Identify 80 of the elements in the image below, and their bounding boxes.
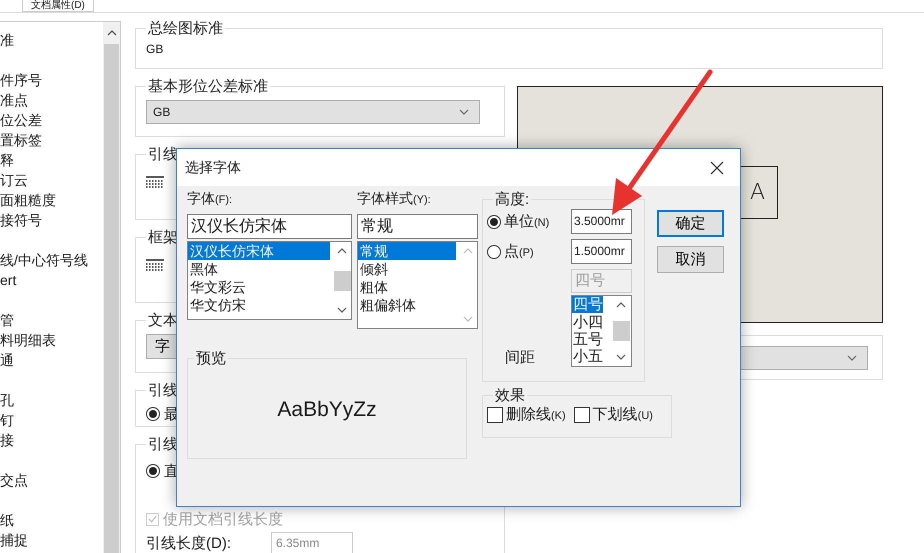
- list-item[interactable]: 小四: [572, 314, 611, 331]
- list-item[interactable]: 倾斜: [358, 260, 459, 278]
- chevron-down-icon: [847, 355, 857, 361]
- length-label: 引线长度(D):: [146, 534, 231, 552]
- tree-item[interactable]: 件序号: [0, 70, 103, 90]
- group-title: 预览: [195, 349, 227, 368]
- radio-button[interactable]: [146, 407, 160, 421]
- list-item[interactable]: 华文彩云: [188, 278, 333, 296]
- line-style-icon[interactable]: [146, 259, 164, 271]
- chevron-up-icon[interactable]: [616, 302, 626, 308]
- group-title: 框架: [147, 228, 179, 247]
- tree-item[interactable]: 面粗糙度: [0, 190, 103, 210]
- list-item[interactable]: 四号: [572, 296, 603, 313]
- spacing-label: 间距: [505, 348, 535, 367]
- font-sample: AaBbYyZz: [276, 398, 378, 422]
- tree-item[interactable]: 管: [0, 310, 103, 330]
- radio-button[interactable]: [146, 464, 160, 478]
- dialog-button[interactable]: 确定: [657, 210, 724, 237]
- list-item[interactable]: 粗偏斜体: [358, 296, 459, 314]
- tree-item[interactable]: 准点: [0, 90, 103, 110]
- radio-button[interactable]: [487, 214, 501, 228]
- input-field[interactable]: 3.5000mr: [571, 209, 632, 234]
- chevron-up-icon[interactable]: [106, 30, 116, 36]
- group-title: 效果: [494, 386, 526, 405]
- scrollbar[interactable]: [103, 22, 120, 553]
- checkbox-label[interactable]: 删除线(K): [506, 405, 566, 424]
- scrollbar-thumb[interactable]: [612, 321, 630, 341]
- close-icon[interactable]: [710, 160, 724, 174]
- input-field[interactable]: 常规: [357, 214, 478, 239]
- font-button[interactable]: 字: [146, 334, 179, 359]
- tree-item[interactable]: 订云: [0, 170, 103, 190]
- dropdown[interactable]: GB: [146, 100, 480, 124]
- radio-label[interactable]: 点(P): [504, 242, 534, 261]
- field-label: 字体(F):: [187, 190, 234, 208]
- standard-value: GB: [146, 41, 164, 56]
- field-label: 字体样式(Y):: [357, 190, 432, 208]
- tree-item[interactable]: 孔: [0, 390, 103, 410]
- tree-item[interactable]: 料明细表: [0, 330, 103, 350]
- chevron-down-icon[interactable]: [337, 307, 347, 313]
- length-field[interactable]: 6.35mm: [271, 532, 353, 553]
- input-field[interactable]: 1.5000mr: [571, 239, 632, 264]
- dialog-title: 选择字体: [185, 158, 241, 176]
- list-item[interactable]: 粗体: [358, 278, 459, 296]
- tree-item[interactable]: 接: [0, 430, 103, 450]
- tree-item[interactable]: 位公差: [0, 110, 103, 130]
- tree-item[interactable]: 纸: [0, 510, 103, 530]
- tree-item[interactable]: 捕捉: [0, 530, 103, 550]
- group-title: 总绘图标准: [147, 19, 224, 38]
- tree-item[interactable]: 钉: [0, 410, 103, 430]
- preview-letter: A: [750, 180, 765, 205]
- chevron-down-icon[interactable]: [616, 354, 626, 360]
- tree-item[interactable]: 通: [0, 350, 103, 370]
- chevron-up-icon[interactable]: [337, 248, 347, 254]
- checkbox[interactable]: [574, 406, 590, 422]
- tree-item[interactable]: ert: [0, 270, 103, 290]
- list-item[interactable]: 常规: [358, 242, 456, 260]
- dialog-button[interactable]: 取消: [657, 246, 724, 273]
- checkbox-label[interactable]: 下划线(U): [592, 405, 653, 424]
- list-item[interactable]: 汉仪长仿宋体: [188, 242, 330, 260]
- group-title: 高度:: [494, 190, 530, 209]
- list-item[interactable]: 五号: [572, 331, 611, 348]
- group-title: 文本: [147, 311, 179, 330]
- checkbox[interactable]: [487, 406, 503, 422]
- group-title: 基本形位公差标准: [147, 77, 269, 96]
- tree-item[interactable]: 准: [0, 30, 103, 50]
- scrollbar-thumb[interactable]: [334, 270, 350, 290]
- tree-item[interactable]: 释: [0, 150, 103, 170]
- scrollbar-thumb[interactable]: [104, 44, 119, 553]
- list-item[interactable]: 华文仿宋: [188, 296, 333, 314]
- list-item[interactable]: 小五: [572, 348, 611, 365]
- tree-item[interactable]: 置标签: [0, 130, 103, 150]
- chevron-down-icon: [459, 109, 469, 115]
- tree-item[interactable]: 线/中心符号线: [0, 250, 103, 270]
- list-item[interactable]: 黑体: [188, 260, 333, 278]
- tree-item[interactable]: 接符号: [0, 210, 103, 230]
- line-style-icon[interactable]: [146, 176, 164, 188]
- tree-item[interactable]: 交点: [0, 470, 103, 490]
- input-field[interactable]: 汉仪长仿宋体: [187, 214, 352, 239]
- radio-button[interactable]: [487, 244, 501, 258]
- radio-label[interactable]: 单位(N): [504, 212, 550, 231]
